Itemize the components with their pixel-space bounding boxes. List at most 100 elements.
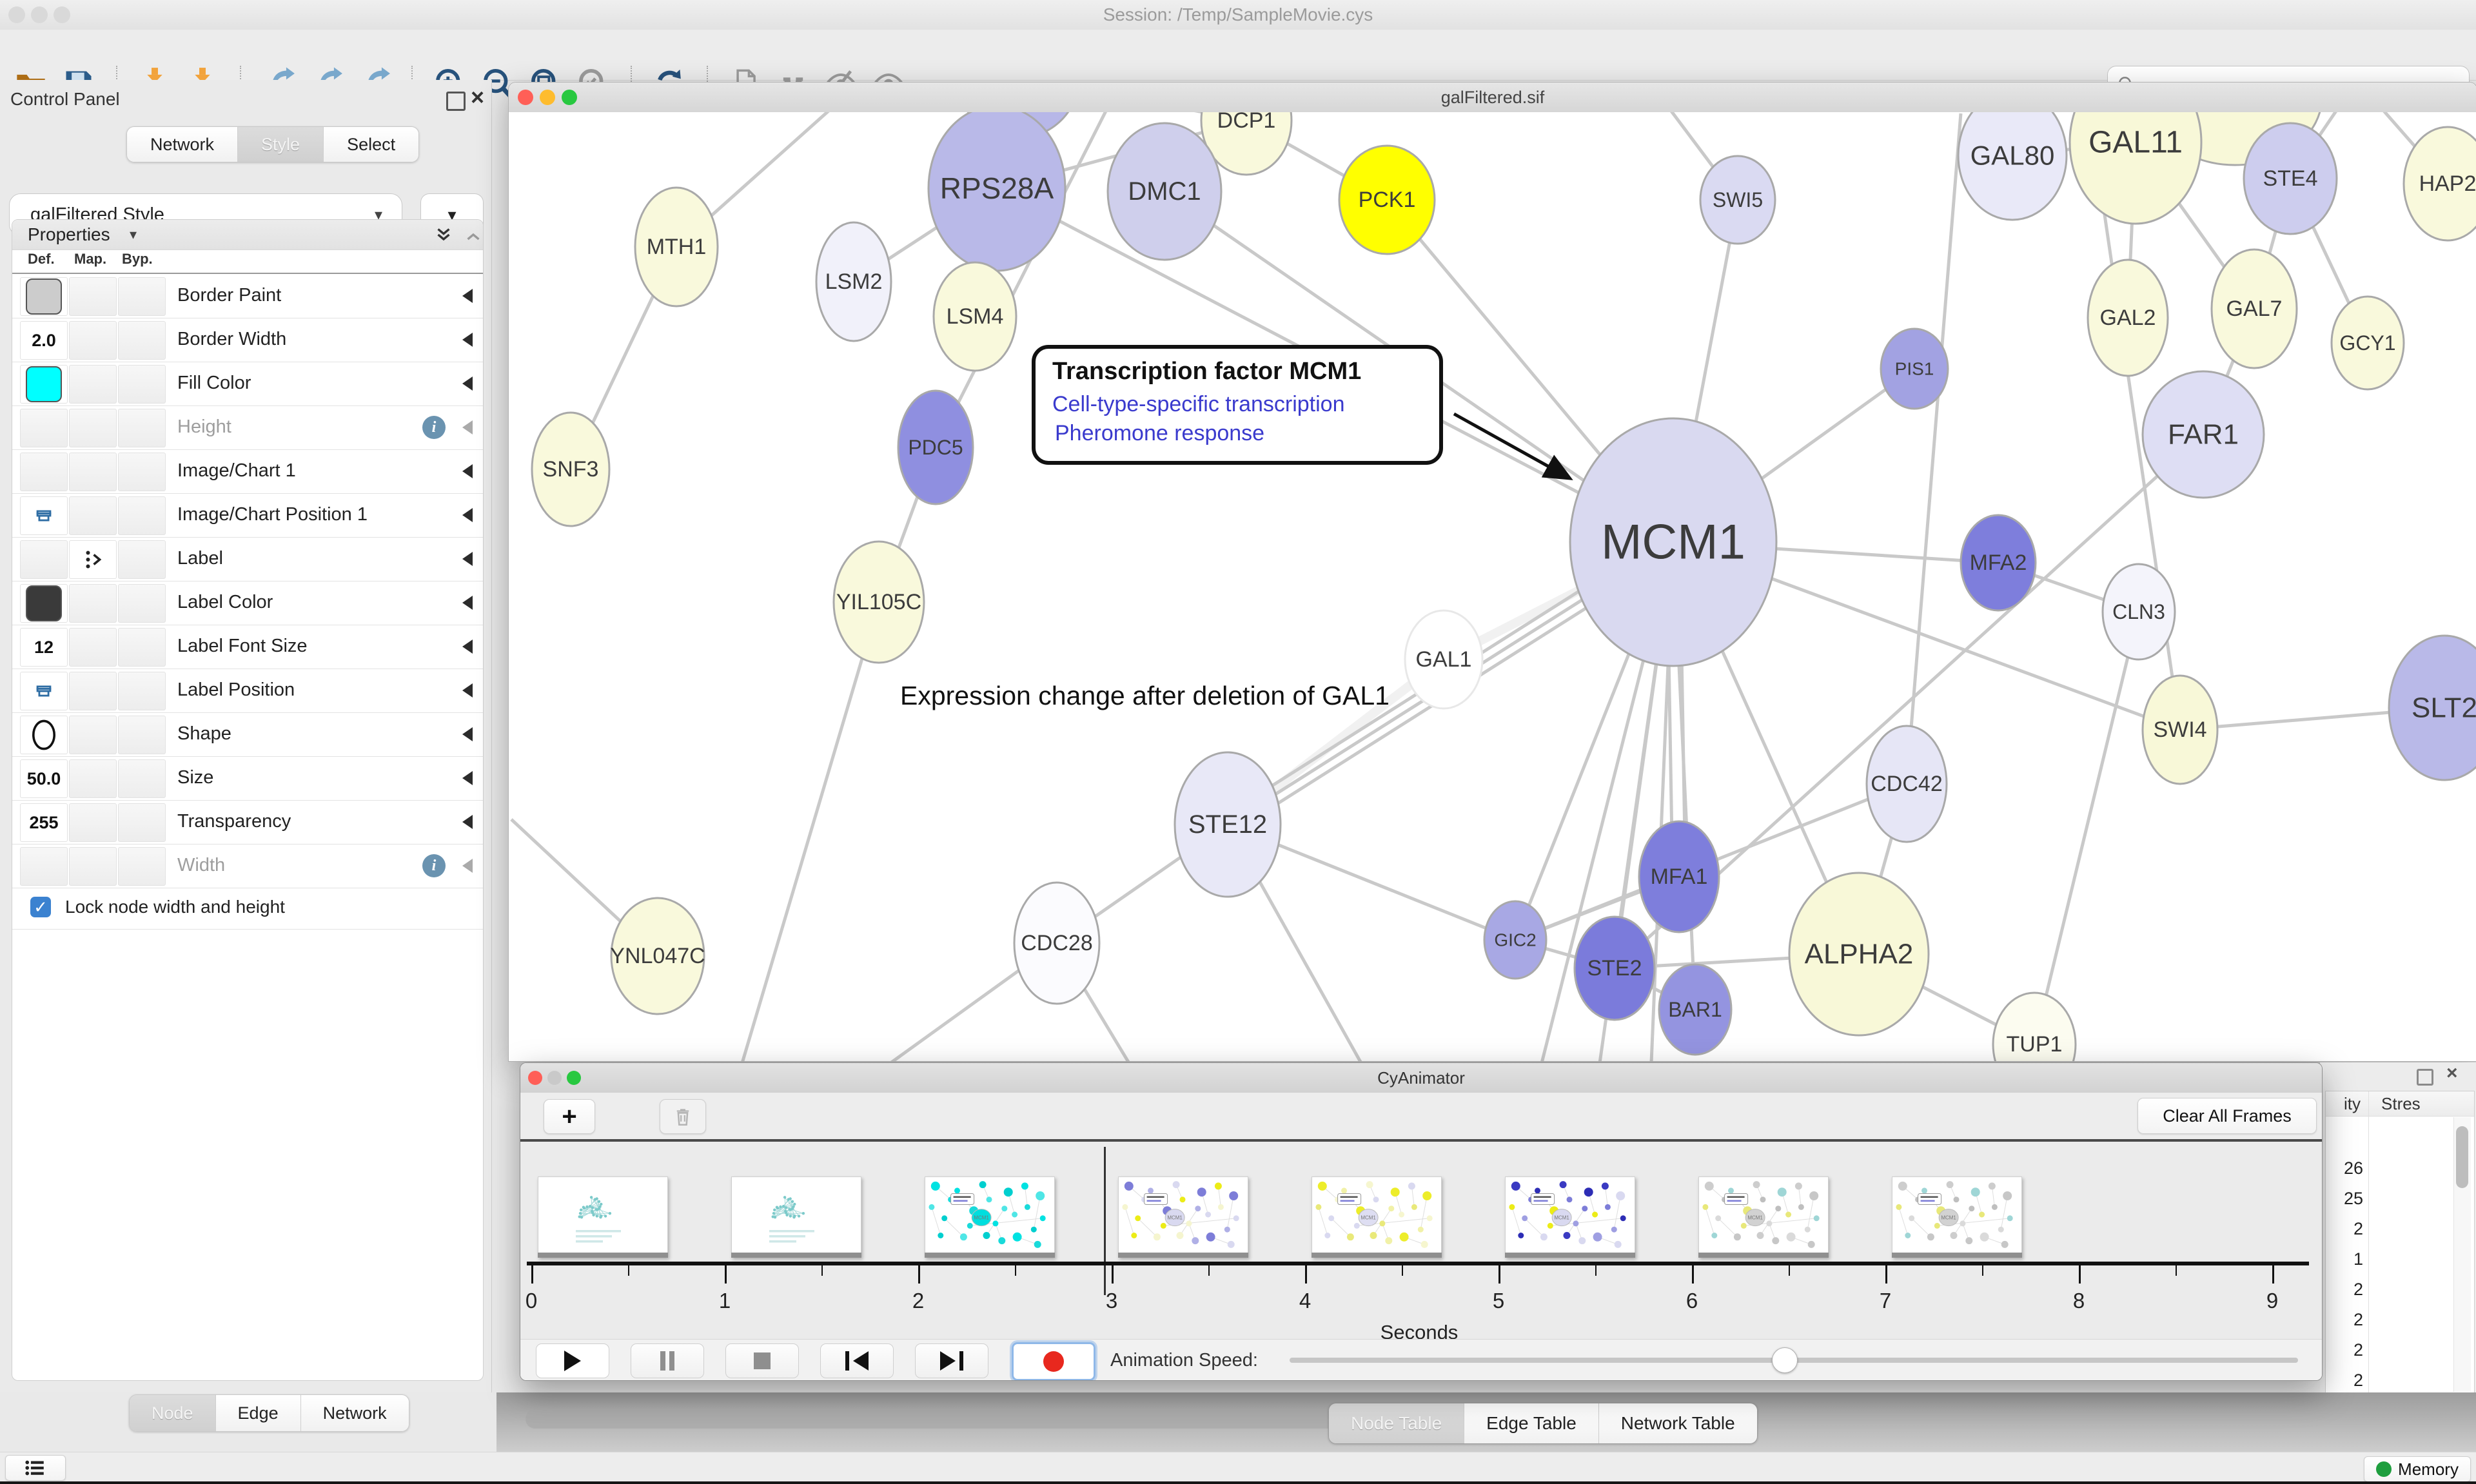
expand-arrow-icon[interactable] bbox=[462, 596, 473, 610]
expand-arrow-icon[interactable] bbox=[462, 333, 473, 347]
node-STE2[interactable]: STE2 bbox=[1575, 917, 1655, 1020]
node-PCK1[interactable]: PCK1 bbox=[1339, 146, 1435, 254]
node-TUP1[interactable]: TUP1 bbox=[1993, 993, 2076, 1061]
node-MFA2[interactable]: MFA2 bbox=[1961, 515, 2036, 610]
property-row-border-paint[interactable]: Border Paint bbox=[12, 274, 483, 318]
properties-header[interactable]: Properties bbox=[28, 224, 110, 245]
results-scrollbar[interactable] bbox=[2453, 1117, 2471, 1392]
frame-thumbnail-0[interactable] bbox=[538, 1176, 668, 1258]
node-GAL80[interactable]: GAL80 bbox=[1958, 112, 2067, 220]
table-tab-network-table[interactable]: Network Table bbox=[1599, 1403, 1757, 1443]
byp-cell[interactable] bbox=[118, 584, 166, 623]
frame-thumbnail-1[interactable] bbox=[731, 1176, 861, 1258]
table-tab-node-table[interactable]: Node Table bbox=[1329, 1403, 1464, 1443]
expand-arrow-icon[interactable] bbox=[462, 639, 473, 654]
frame-thumbnail-4[interactable]: MCM1 bbox=[1312, 1176, 1442, 1258]
property-row-label-color[interactable]: Label Color bbox=[12, 581, 483, 625]
frame-thumbnail-3[interactable]: MCM1 bbox=[1118, 1176, 1248, 1258]
timeline[interactable]: MCM1MCM1MCM1MCM1MCM1MCM1 0123456789 Seco… bbox=[520, 1142, 2322, 1339]
property-row-label[interactable]: Label bbox=[12, 537, 483, 581]
node-CLN3[interactable]: CLN3 bbox=[2103, 564, 2175, 659]
map-cell[interactable] bbox=[69, 409, 117, 447]
node-CDC42[interactable]: CDC42 bbox=[1867, 726, 1947, 842]
annotation-box[interactable]: Transcription factor MCM1 Cell-type-spec… bbox=[1032, 345, 1443, 465]
byp-cell[interactable] bbox=[118, 409, 166, 447]
property-row-image-chart-1[interactable]: Image/Chart 1 bbox=[12, 449, 483, 494]
expand-arrow-icon[interactable] bbox=[462, 464, 473, 478]
def-cell[interactable] bbox=[20, 540, 68, 579]
tab-network[interactable]: Network bbox=[127, 127, 238, 162]
map-cell[interactable] bbox=[69, 496, 117, 535]
property-row-shape[interactable]: Shape bbox=[12, 712, 483, 757]
node-MFA1[interactable]: MFA1 bbox=[1639, 821, 1719, 932]
node-YIL105C[interactable]: YIL105C bbox=[834, 542, 924, 663]
expand-arrow-icon[interactable] bbox=[462, 727, 473, 741]
node-GIC2[interactable]: GIC2 bbox=[1484, 901, 1546, 979]
panel-tab-network[interactable]: Network bbox=[301, 1395, 409, 1431]
frame-thumbnail-2[interactable]: MCM1 bbox=[925, 1176, 1055, 1258]
map-cell[interactable] bbox=[69, 540, 117, 579]
node-STE4[interactable]: STE4 bbox=[2244, 123, 2337, 234]
play-button[interactable] bbox=[536, 1343, 609, 1378]
expand-arrow-icon[interactable] bbox=[462, 683, 473, 698]
tab-select[interactable]: Select bbox=[324, 127, 418, 162]
byp-cell[interactable] bbox=[118, 277, 166, 316]
tab-style[interactable]: Style bbox=[238, 127, 324, 162]
byp-cell[interactable] bbox=[118, 847, 166, 886]
def-cell[interactable]: 50.0 bbox=[20, 759, 68, 798]
node-SLT2[interactable]: SLT2 bbox=[2389, 636, 2476, 780]
network-canvas[interactable]: DCP1RPS28ADMC1PCK1MTH1LSM2LSM4SWI5GAL80G… bbox=[509, 112, 2476, 1061]
property-row-height[interactable]: Heighti bbox=[12, 405, 483, 450]
def-cell[interactable]: 2.0 bbox=[20, 321, 68, 360]
node-YNL047C[interactable]: YNL047C bbox=[610, 898, 705, 1014]
def-cell[interactable]: 255 bbox=[20, 803, 68, 842]
byp-cell[interactable] bbox=[118, 803, 166, 842]
panel-float-icon[interactable] bbox=[2417, 1069, 2433, 1086]
def-cell[interactable] bbox=[20, 716, 68, 754]
byp-cell[interactable] bbox=[118, 365, 166, 404]
property-row-size[interactable]: 50.0Size bbox=[12, 756, 483, 801]
property-row-label-font-size[interactable]: 12Label Font Size bbox=[12, 625, 483, 669]
node-BAR1[interactable]: BAR1 bbox=[1659, 964, 1731, 1055]
property-row-fill-color[interactable]: Fill Color bbox=[12, 362, 483, 406]
byp-cell[interactable] bbox=[118, 321, 166, 360]
node-SNF3[interactable]: SNF3 bbox=[532, 413, 609, 526]
property-row-border-width[interactable]: 2.0Border Width bbox=[12, 318, 483, 362]
frame-thumbnail-7[interactable]: MCM1 bbox=[1892, 1176, 2022, 1258]
map-cell[interactable] bbox=[69, 716, 117, 754]
animation-speed-slider-thumb[interactable] bbox=[1772, 1347, 1798, 1373]
property-row-transparency[interactable]: 255Transparency bbox=[12, 800, 483, 845]
property-row-label-position[interactable]: Label Position bbox=[12, 669, 483, 713]
stop-button[interactable] bbox=[725, 1343, 799, 1378]
node-MCM1[interactable]: MCM1 bbox=[1570, 418, 1776, 666]
annotation-link-2[interactable]: Pheromone response bbox=[1055, 421, 1439, 446]
map-cell[interactable] bbox=[69, 759, 117, 798]
node-GCY1[interactable]: GCY1 bbox=[2332, 297, 2404, 389]
byp-cell[interactable] bbox=[118, 759, 166, 798]
record-button[interactable] bbox=[1012, 1342, 1096, 1381]
panel-tab-edge[interactable]: Edge bbox=[216, 1395, 301, 1431]
info-icon[interactable]: i bbox=[422, 416, 446, 439]
expand-arrow-icon[interactable] bbox=[462, 552, 473, 566]
close-panel-icon[interactable]: × bbox=[471, 84, 484, 111]
skip-to-end-button[interactable] bbox=[915, 1343, 988, 1378]
results-col-1[interactable]: ity bbox=[2344, 1094, 2361, 1114]
expand-arrow-icon[interactable] bbox=[462, 289, 473, 303]
lock-checkbox[interactable]: ✓ bbox=[30, 897, 51, 917]
map-cell[interactable] bbox=[69, 584, 117, 623]
memory-button[interactable]: Memory bbox=[2364, 1456, 2471, 1482]
def-cell[interactable]: 12 bbox=[20, 628, 68, 667]
frame-thumbnail-5[interactable]: MCM1 bbox=[1505, 1176, 1635, 1258]
add-frame-button[interactable]: + bbox=[544, 1099, 595, 1134]
def-cell[interactable] bbox=[20, 496, 68, 535]
pause-button[interactable] bbox=[631, 1343, 704, 1378]
node-SWI5[interactable]: SWI5 bbox=[1700, 156, 1775, 244]
def-cell[interactable] bbox=[20, 277, 68, 316]
node-GAL1[interactable]: GAL1 bbox=[1405, 610, 1482, 708]
def-cell[interactable] bbox=[20, 409, 68, 447]
byp-cell[interactable] bbox=[118, 672, 166, 710]
def-cell[interactable] bbox=[20, 584, 68, 623]
map-cell[interactable] bbox=[69, 321, 117, 360]
node-GAL2[interactable]: GAL2 bbox=[2088, 260, 2168, 376]
expand-arrow-icon[interactable] bbox=[462, 420, 473, 434]
